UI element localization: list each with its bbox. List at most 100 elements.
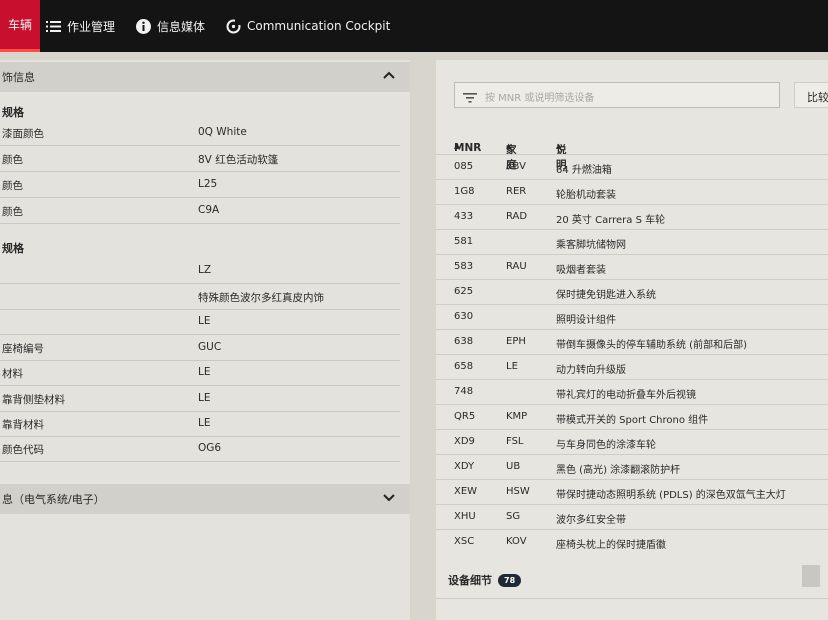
tab-work-management[interactable]: 作业管理 <box>46 0 115 52</box>
cell-mnr: 085 <box>454 161 474 172</box>
col-mnr-label: MNR <box>454 142 482 154</box>
table-row[interactable]: 625 保时捷免钥匙进入系统 <box>436 279 828 305</box>
spec-key: 颜色 <box>2 206 23 218</box>
cell-mnr: 630 <box>454 311 474 322</box>
table-row[interactable]: XSC KOV 座椅头枕上的保时捷盾徽 <box>436 529 828 555</box>
table-row[interactable]: XDY UB 黑色 (高光) 涂漆翻滚防护杆 <box>436 454 828 480</box>
table-row[interactable]: XHU SG 波尔多红安全带 <box>436 504 828 530</box>
spec-key: 漆面颜色 <box>2 128 44 140</box>
electrical-info-header[interactable]: 息（电气系统/电子） <box>0 484 410 514</box>
spec-value: 0Q White <box>198 126 247 138</box>
cell-description: 带保时捷动态照明系统 (PDLS) 的深色双氙气主大灯 <box>556 490 786 501</box>
list-icon <box>46 20 61 33</box>
interior-key: 靠背材料 <box>2 419 44 431</box>
chevron-down-icon[interactable] <box>382 492 396 505</box>
interior-value: LZ <box>198 264 212 276</box>
interior-row: LZ <box>0 258 400 284</box>
cell-mnr: 748 <box>454 386 474 397</box>
cell-mnr: 658 <box>454 361 474 372</box>
cell-description: 保时捷免钥匙进入系统 <box>556 290 656 301</box>
cell-description: 波尔多红安全带 <box>556 515 626 526</box>
cell-description: 20 英寸 Carrera S 车轮 <box>556 215 666 226</box>
info-icon <box>136 18 151 34</box>
table-row[interactable]: 581 乘客脚坑储物网 <box>436 229 828 255</box>
table-row[interactable]: QR5 KMP 带模式开关的 Sport Chrono 组件 <box>436 404 828 430</box>
table-row[interactable]: 1G8 RER 轮胎机动套装 <box>436 179 828 205</box>
cell-family: KBV <box>506 161 526 172</box>
cell-description: 64 升燃油箱 <box>556 165 612 176</box>
cell-family: FSL <box>506 436 524 447</box>
interior-key: 颜色代码 <box>2 444 44 456</box>
cell-family: RAD <box>506 211 528 222</box>
specs-title: 规格 <box>2 106 24 119</box>
tab-vehicle[interactable]: 车辆 <box>0 0 40 52</box>
cell-family: LE <box>506 361 518 372</box>
trim-info-title: 饰信息 <box>2 71 35 84</box>
interior-key: 座椅编号 <box>2 343 44 355</box>
cell-mnr: 433 <box>454 211 474 222</box>
cell-family: SG <box>506 511 521 522</box>
cell-mnr: 1G8 <box>454 186 475 197</box>
table-row[interactable]: 658 LE 动力转向升级版 <box>436 354 828 380</box>
interior-value: GUC <box>198 341 222 353</box>
cell-mnr: 581 <box>454 236 474 247</box>
equipment-details-text: 设备细节 <box>448 574 492 587</box>
cell-family: EPH <box>506 336 526 347</box>
interior-row: 颜色代码 OG6 <box>0 436 400 462</box>
table-row[interactable]: 583 RAU 吸烟者套装 <box>436 254 828 280</box>
table-header: ▲ MNR ▲ 家庭 ▲ 说明 <box>436 136 828 171</box>
interior-row: 座椅编号 GUC <box>0 335 400 361</box>
interior-row: 材料 LE <box>0 360 400 386</box>
table-row[interactable]: 085 KBV 64 升燃油箱 <box>436 154 828 180</box>
interior-value: OG6 <box>198 442 222 454</box>
cell-mnr: 638 <box>454 336 474 347</box>
search-placeholder: 按 MNR 或说明筛选设备 <box>485 93 595 104</box>
divider <box>436 598 828 599</box>
spec-value: C9A <box>198 204 220 216</box>
cell-family: RER <box>506 186 527 197</box>
table-row[interactable]: XEW HSW 带保时捷动态照明系统 (PDLS) 的深色双氙气主大灯 <box>436 479 828 505</box>
trim-info-header[interactable]: 饰信息 <box>0 62 410 92</box>
spec-row: 漆面颜色 0Q White <box>0 120 400 146</box>
equipment-details-label: 设备细节 78 <box>448 572 522 588</box>
interior-specs-title: 规格 <box>2 242 24 255</box>
cell-family: KOV <box>506 536 527 547</box>
table-row[interactable]: 433 RAD 20 英寸 Carrera S 车轮 <box>436 204 828 230</box>
compare-label: 比较 <box>807 91 828 104</box>
compare-button[interactable]: 比较 <box>794 82 828 108</box>
cell-description: 照明设计组件 <box>556 315 616 326</box>
cell-mnr: XD9 <box>454 436 475 447</box>
electrical-info-title: 息（电气系统/电子） <box>2 493 105 506</box>
tab-work-management-label: 作业管理 <box>67 19 116 34</box>
spec-key: 颜色 <box>2 180 23 192</box>
cockpit-icon <box>226 18 241 34</box>
top-nav: 车辆 作业管理 信息媒体 Communication Cockpit <box>0 0 828 52</box>
vehicle-details-panel: 饰信息 规格 漆面颜色 0Q White 颜色 8V 红色活动软篷 颜色 L25… <box>0 60 410 620</box>
cell-family: UB <box>506 461 521 472</box>
spec-row: 颜色 C9A <box>0 198 400 224</box>
table-row[interactable]: 638 EPH 带倒车摄像头的停车辅助系统 (前部和后部) <box>436 329 828 355</box>
interior-key: 靠背侧垫材料 <box>2 394 65 406</box>
interior-row: 靠背材料 LE <box>0 411 400 437</box>
interior-key: 材料 <box>2 368 23 380</box>
tab-communication-cockpit[interactable]: Communication Cockpit <box>226 0 390 52</box>
table-row[interactable]: 630 照明设计组件 <box>436 304 828 330</box>
tab-info-media[interactable]: 信息媒体 <box>136 0 205 52</box>
cell-description: 乘客脚坑储物网 <box>556 240 626 251</box>
cell-mnr: 583 <box>454 261 474 272</box>
cell-description: 座椅头枕上的保时捷盾徽 <box>556 540 666 551</box>
tab-communication-cockpit-label: Communication Cockpit <box>247 19 391 33</box>
equipment-search-input[interactable]: 按 MNR 或说明筛选设备 <box>454 82 780 108</box>
chevron-up-icon[interactable] <box>382 70 396 83</box>
cell-family: RAU <box>506 261 527 272</box>
table-row[interactable]: XD9 FSL 与车身同色的涂漆车轮 <box>436 429 828 455</box>
table-row[interactable]: 748 带礼宾灯的电动折叠车外后视镜 <box>436 379 828 405</box>
cell-family: KMP <box>506 411 528 422</box>
cell-description: 带礼宾灯的电动折叠车外后视镜 <box>556 390 696 401</box>
cell-mnr: XEW <box>454 486 478 497</box>
cell-description: 带倒车摄像头的停车辅助系统 (前部和后部) <box>556 340 747 351</box>
cell-description: 吸烟者套装 <box>556 265 606 276</box>
scrollbar-thumb[interactable] <box>802 565 820 587</box>
interior-value: LE <box>198 366 211 378</box>
cell-mnr: XSC <box>454 536 475 547</box>
